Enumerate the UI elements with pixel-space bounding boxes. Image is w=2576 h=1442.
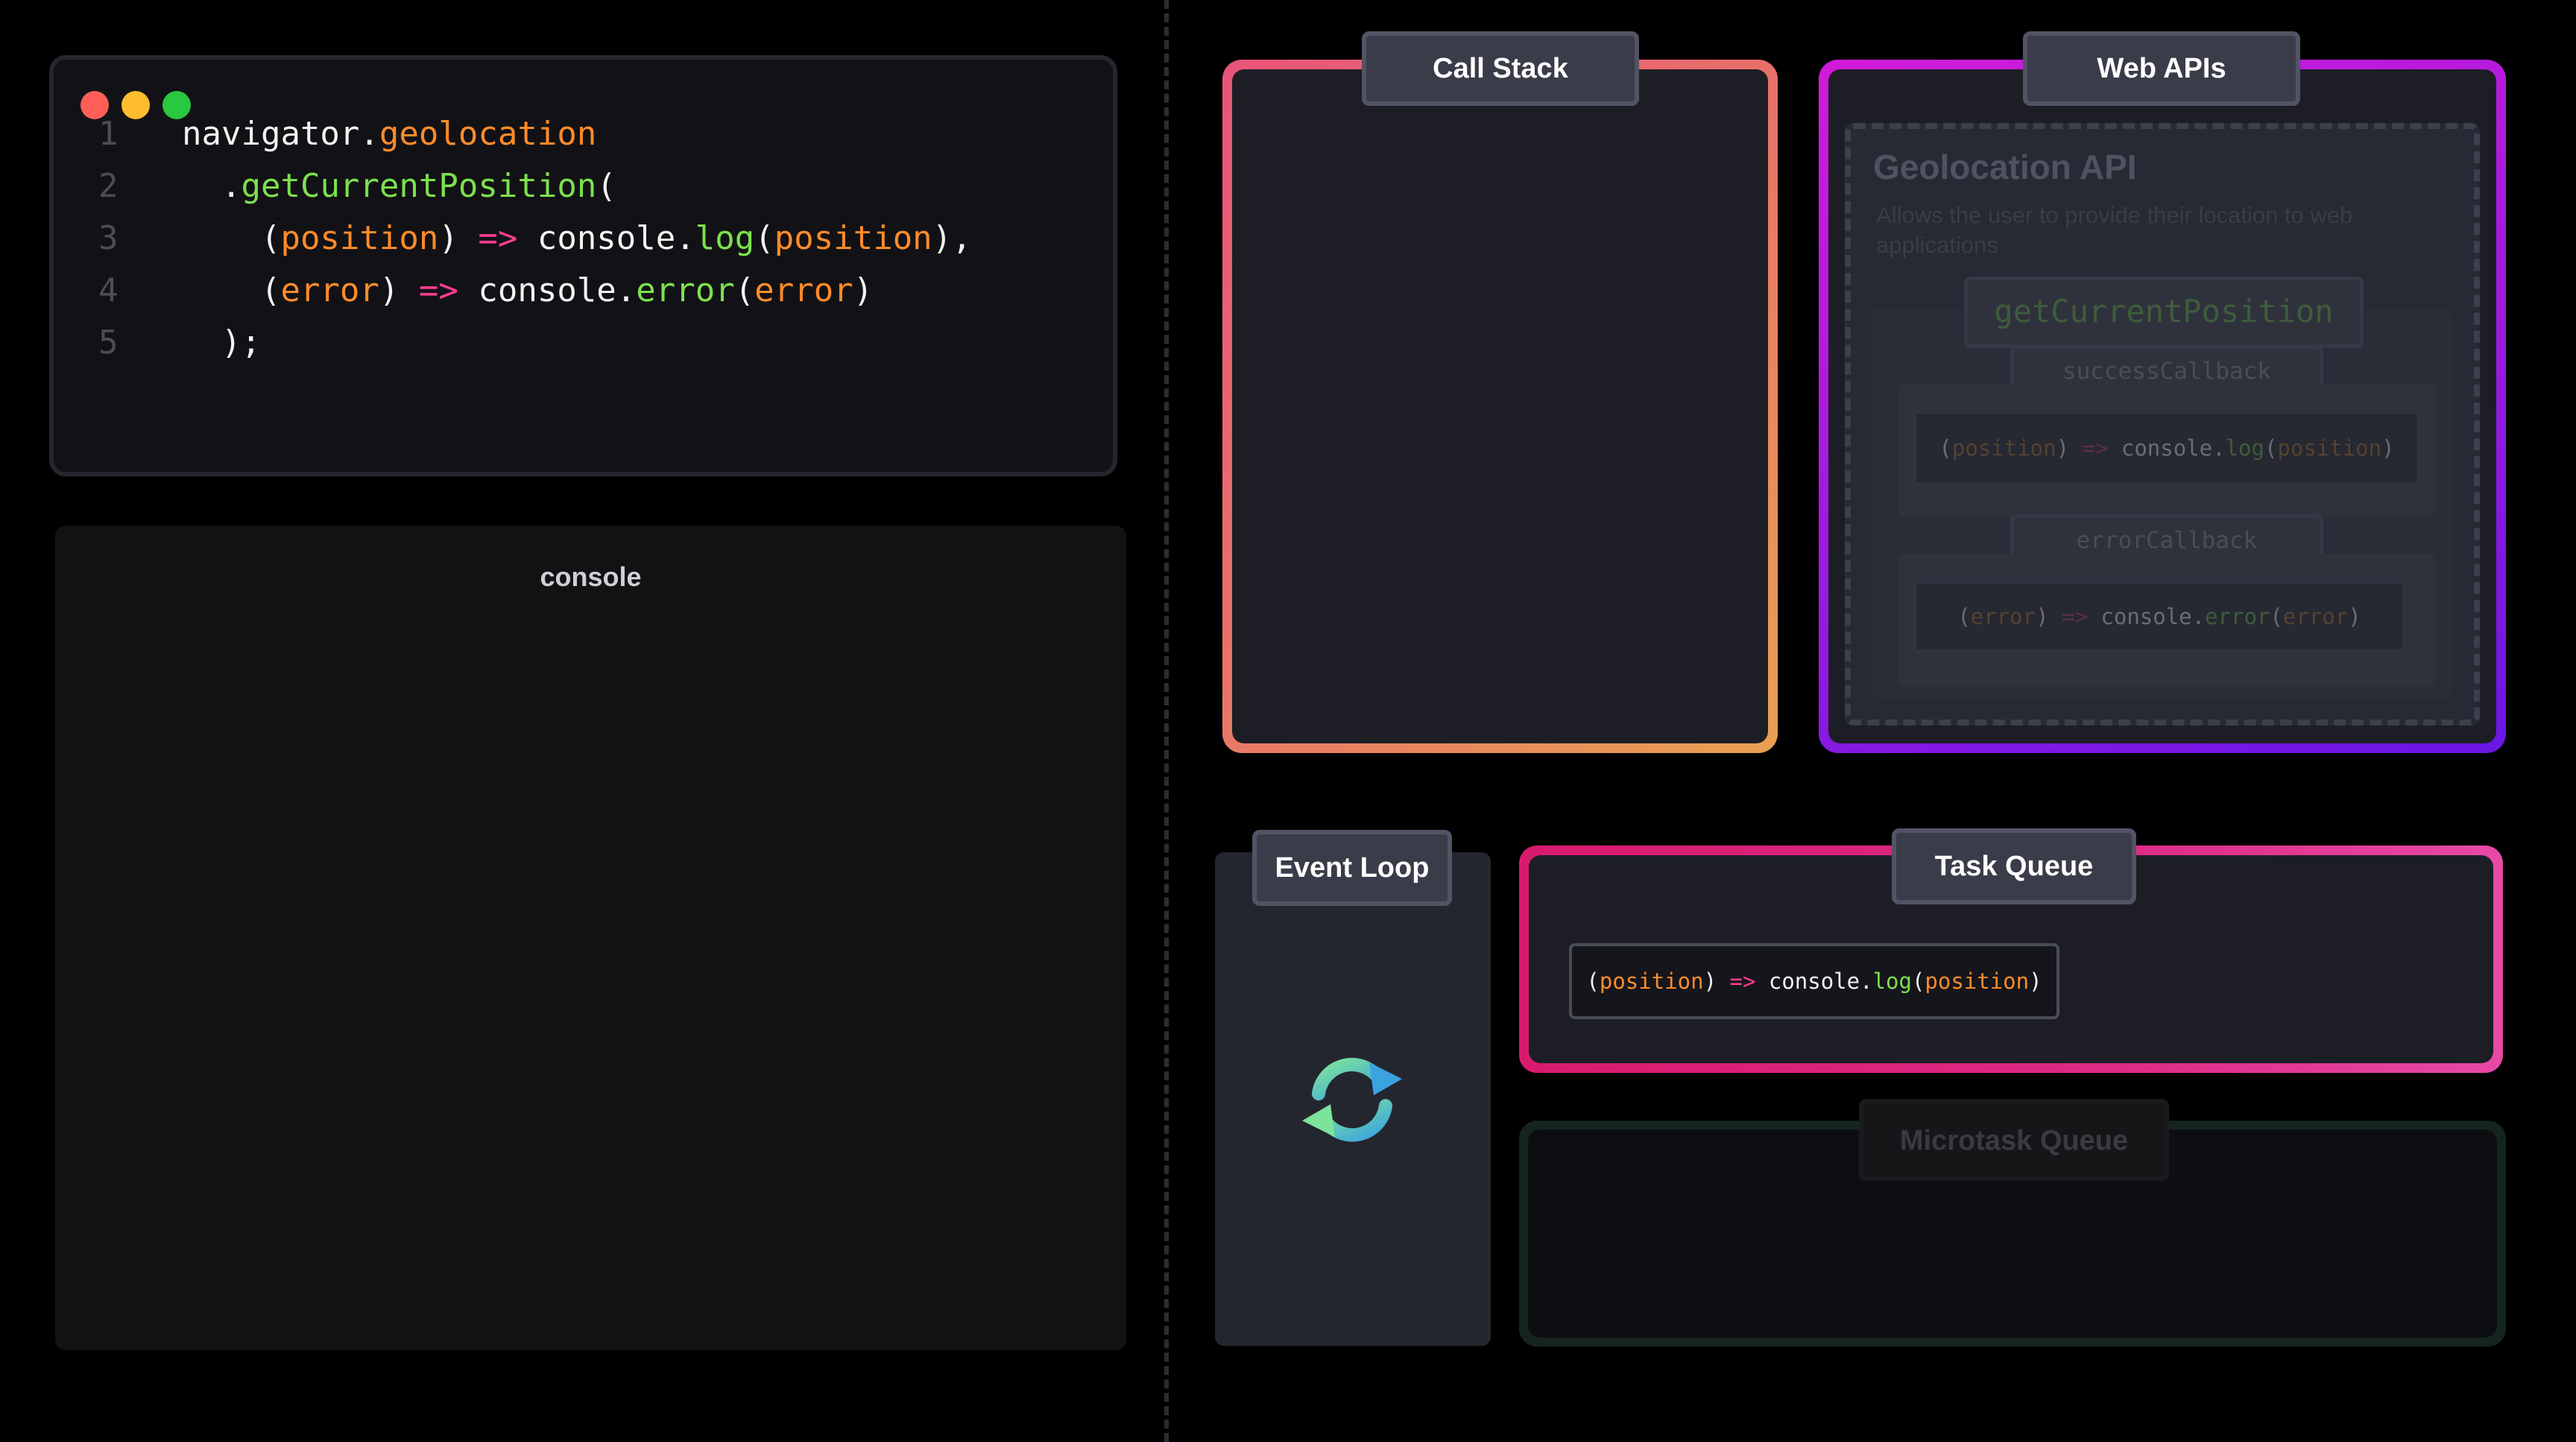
code-text: (error) => console.error(error) <box>182 265 873 317</box>
code-token: console. <box>2108 435 2226 461</box>
code-token: log <box>2225 435 2264 461</box>
web-apis-body: Geolocation API Allows the user to provi… <box>1828 69 2496 743</box>
code-token: ) <box>2381 435 2395 461</box>
code-token: error <box>280 271 379 309</box>
code-token: error <box>754 271 853 309</box>
code-token: ) <box>2029 969 2042 994</box>
code-token: => <box>418 271 458 309</box>
code-token: ( <box>2264 435 2278 461</box>
code-token: getCurrentPosition <box>241 167 597 205</box>
event-loop-title: Event Loop <box>1252 830 1452 906</box>
code-token: position <box>2277 435 2382 461</box>
code-token: ) <box>2348 604 2361 629</box>
code-token: ) <box>2056 435 2083 461</box>
code-text: .getCurrentPosition( <box>182 160 616 212</box>
code-token: ) <box>853 271 874 309</box>
code-token: ( <box>1586 969 1600 994</box>
code-token: ( <box>182 271 281 309</box>
task-queue-item: (position) => console.log(position) <box>1569 943 2059 1019</box>
success-callback-box: (position) => console.log(position) <box>1898 384 2435 517</box>
code-token: console. <box>517 219 695 257</box>
code-token: ( <box>596 167 616 205</box>
call-stack-title: Call Stack <box>1362 31 1639 106</box>
code-token: error <box>2205 604 2270 629</box>
code-token: . <box>182 167 242 205</box>
web-apis-panel: Geolocation API Allows the user to provi… <box>1819 60 2506 753</box>
line-number: 3 <box>98 219 119 257</box>
line-number: 4 <box>98 271 119 309</box>
code-token: . <box>359 115 379 153</box>
code-text: (position) => console.log(position), <box>182 212 972 265</box>
geolocation-api-box: Geolocation API Allows the user to provi… <box>1845 123 2480 725</box>
code-token: ( <box>734 271 755 309</box>
success-callback-code: (position) => console.log(position) <box>1913 411 2420 485</box>
code-token: log <box>1872 969 1912 994</box>
code-token: ( <box>1957 604 1971 629</box>
code-token: ); <box>182 324 261 362</box>
code-token: error <box>2282 604 2349 629</box>
code-text: ); <box>182 317 261 369</box>
get-current-position-body: successCallback (position) => console.lo… <box>1872 308 2453 699</box>
geolocation-api-title: Geolocation API <box>1873 148 2137 186</box>
task-queue-title: Task Queue <box>1892 828 2136 904</box>
code-token: ) <box>1703 969 1730 994</box>
code-token: ) <box>2036 604 2062 629</box>
line-number: 5 <box>98 324 119 362</box>
code-token: error <box>636 271 735 309</box>
code-token: position <box>1925 969 2030 994</box>
divider <box>1164 0 1169 1442</box>
code-token: position <box>774 219 932 257</box>
code-token: ( <box>2270 604 2283 629</box>
code-token: ( <box>1939 435 1952 461</box>
code-token: ) <box>438 219 479 257</box>
console-title: console <box>540 561 642 592</box>
web-apis-title: Web APIs <box>2023 31 2300 106</box>
call-stack-body <box>1232 69 1768 743</box>
console-panel: console <box>55 526 1126 1350</box>
code-token: position <box>280 219 439 257</box>
geolocation-api-description: Allows the user to provide their locatio… <box>1876 202 2353 258</box>
event-loop-panel <box>1215 852 1491 1346</box>
code-token: => <box>1729 969 1756 994</box>
code-text: navigator.geolocation <box>182 108 596 160</box>
code-token: ( <box>754 219 774 257</box>
code-token: ( <box>1911 969 1925 994</box>
code-token: geolocation <box>379 115 597 153</box>
code-token: => <box>478 219 518 257</box>
code-token: position <box>1951 435 2056 461</box>
error-callback-box: (error) => console.error(error) <box>1898 554 2435 687</box>
line-number: 1 <box>98 115 119 153</box>
code-token: => <box>2082 435 2109 461</box>
code-token: navigator <box>182 115 360 153</box>
refresh-icon <box>1302 1057 1402 1142</box>
code-token: => <box>2062 604 2088 629</box>
code-token: console. <box>458 271 637 309</box>
code-token: position <box>1599 969 1704 994</box>
code-token: ( <box>182 219 281 257</box>
code-token: console. <box>1755 969 1873 994</box>
code-token: console. <box>2087 604 2206 629</box>
code-editor: 1 navigator.geolocation 2 .getCurrentPosit… <box>49 55 1117 476</box>
line-number: 2 <box>98 167 119 205</box>
get-current-position-label: getCurrentPosition <box>1964 277 2364 348</box>
code-token: ), <box>932 219 972 257</box>
microtask-queue-title: Microtask Queue <box>1859 1099 2169 1181</box>
code-token: error <box>1970 604 2036 629</box>
error-callback-code: (error) => console.error(error) <box>1913 581 2405 652</box>
code-token: ) <box>379 271 419 309</box>
code-token: log <box>695 219 755 257</box>
call-stack-panel <box>1222 60 1778 753</box>
